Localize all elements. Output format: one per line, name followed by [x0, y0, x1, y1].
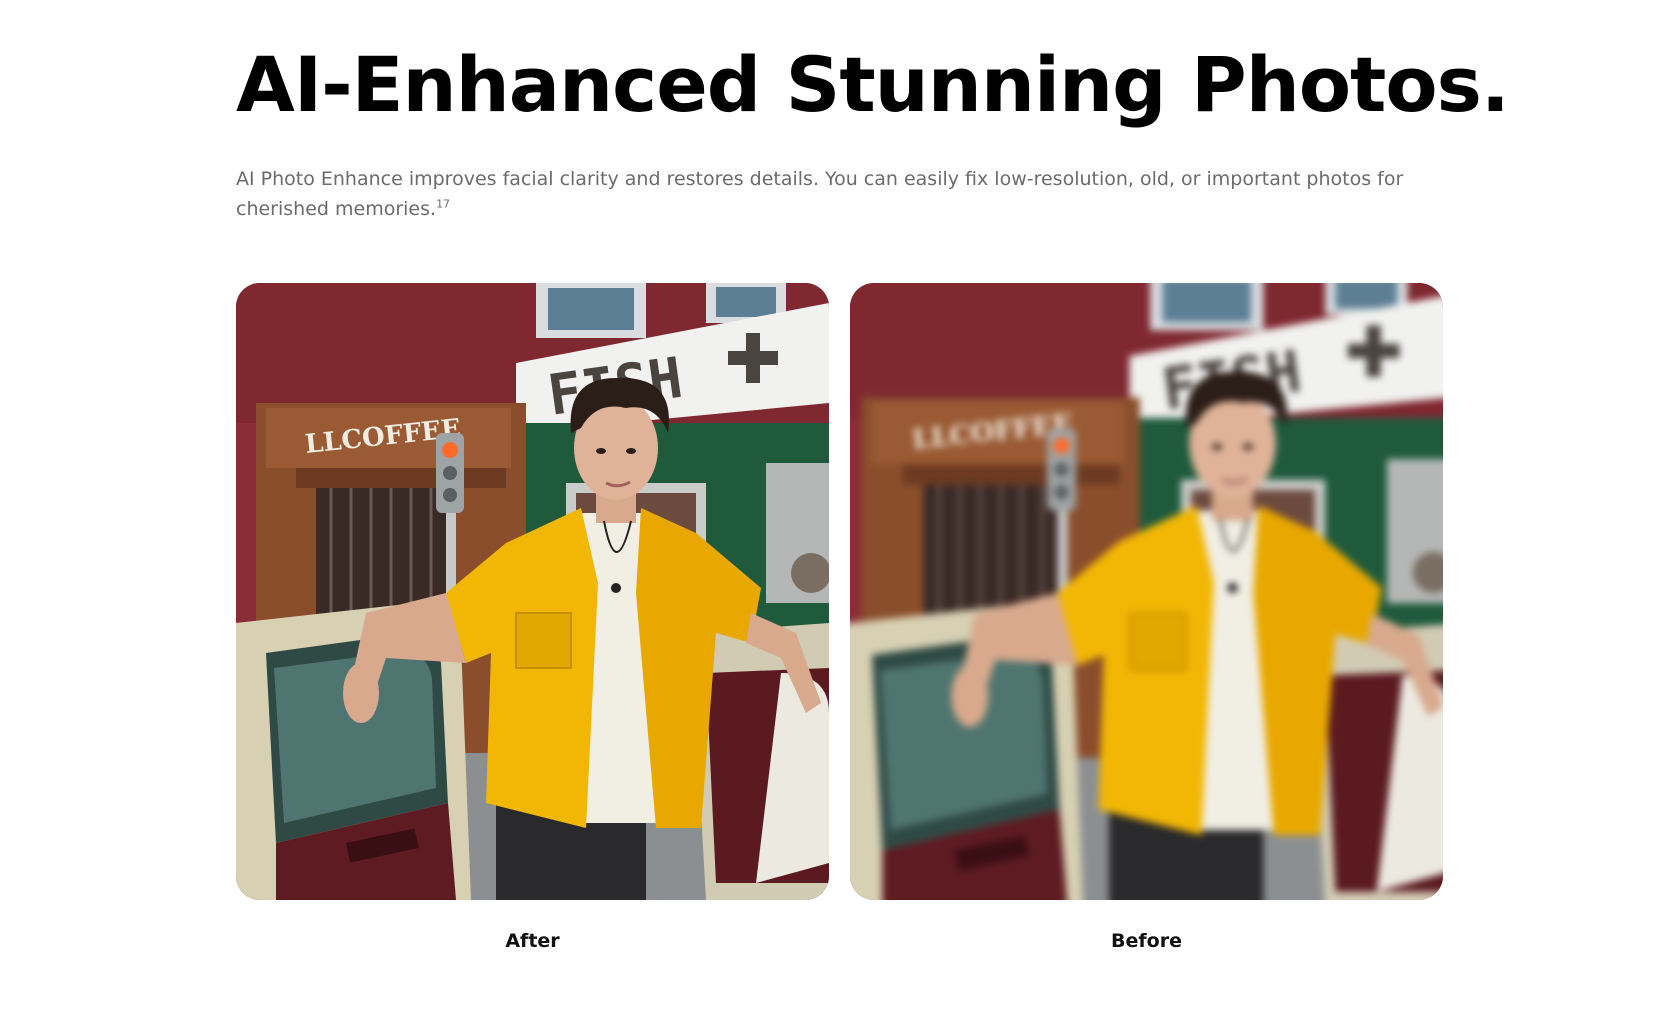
- before-photo: FISH LLCOFFEE: [850, 283, 1443, 900]
- footnote-marker[interactable]: 17: [436, 198, 450, 211]
- before-photo-scene: FISH LLCOFFEE: [850, 283, 1443, 900]
- after-photo-scene: FISH LLCOFFEE: [236, 283, 829, 900]
- description-text: AI Photo Enhance improves facial clarity…: [236, 168, 1404, 220]
- after-photo: FISH LLCOFFEE: [236, 283, 829, 900]
- section-description: AI Photo Enhance improves facial clarity…: [236, 164, 1436, 224]
- before-caption: Before: [1111, 930, 1182, 952]
- after-caption: After: [505, 930, 560, 952]
- page-title: AI-Enhanced Stunning Photos.: [236, 40, 1510, 129]
